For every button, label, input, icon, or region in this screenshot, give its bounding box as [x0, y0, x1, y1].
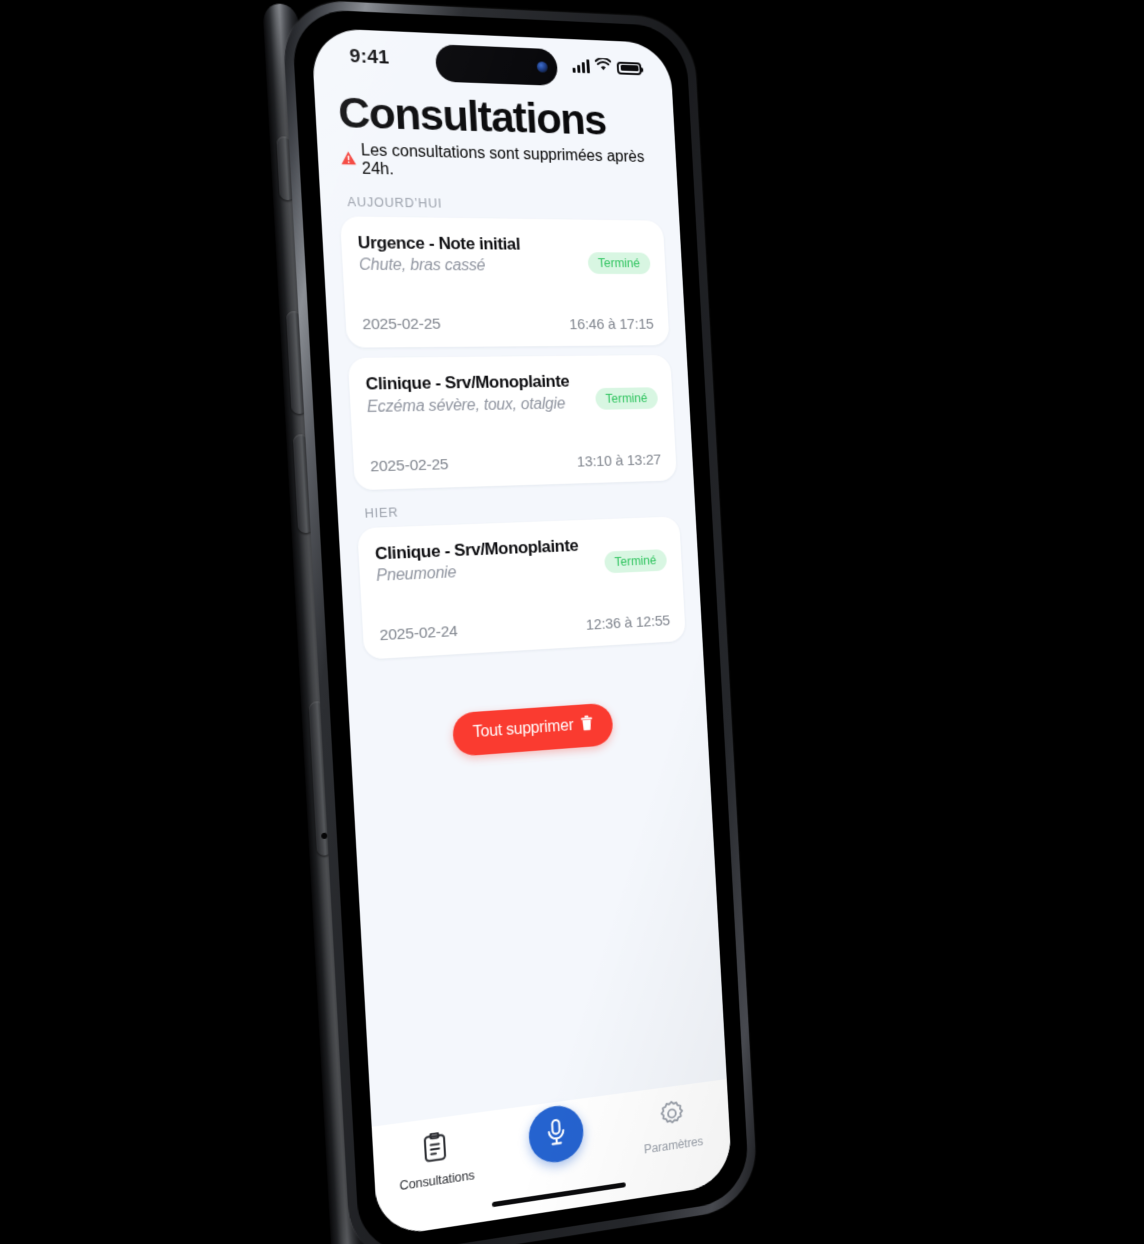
record-button[interactable] — [527, 1103, 584, 1166]
consultation-time-range: 13:10 à 13:27 — [577, 451, 662, 470]
consultations-content: Consultations Les consultations sont sup… — [314, 85, 727, 1126]
page-title: Consultations — [337, 90, 658, 145]
phone-bezel: 9:41 Consultations Les consultations son… — [291, 8, 750, 1244]
retention-warning-text: Les consultations sont supprimées après … — [360, 142, 660, 185]
card-bottom: 2025-02-25 13:10 à 13:27 — [368, 426, 661, 476]
dynamic-island — [435, 44, 558, 86]
wifi-icon — [595, 58, 612, 76]
consultation-card[interactable]: Urgence - Note initial Chute, bras cassé… — [340, 216, 670, 348]
camera-indicator-dot — [537, 61, 548, 72]
card-top: Clinique - Srv/Monoplainte Eczéma sévère… — [365, 370, 658, 418]
consultation-title: Urgence - Note initial — [357, 232, 520, 255]
section-header-today: AUJOURD’HUI — [347, 195, 662, 214]
warning-triangle-icon — [340, 150, 357, 170]
card-bottom: 2025-02-24 12:36 à 12:55 — [378, 587, 671, 645]
battery-icon — [617, 61, 642, 75]
tab-settings[interactable]: Paramètres — [614, 1093, 731, 1161]
retention-warning: Les consultations sont supprimées après … — [340, 142, 661, 185]
tab-consultations-label: Consultations — [399, 1168, 475, 1193]
status-bar: 9:41 — [311, 28, 673, 98]
trash-icon — [580, 715, 595, 737]
consultation-subtitle: Chute, bras cassé — [359, 256, 522, 277]
consultation-date: 2025-02-25 — [370, 456, 449, 476]
microphone-icon — [544, 1115, 569, 1153]
status-bar-indicators — [572, 57, 642, 77]
delete-all-label: Tout supprimer — [472, 717, 574, 742]
consultation-subtitle: Pneumonie — [376, 558, 580, 587]
consultation-card[interactable]: Clinique - Srv/Monoplainte Eczéma sévère… — [348, 355, 677, 490]
card-texts: Urgence - Note initial Chute, bras cassé — [357, 232, 522, 277]
consultation-date: 2025-02-25 — [362, 316, 441, 335]
consultation-title: Clinique - Srv/Monoplainte — [365, 371, 570, 395]
status-badge: Terminé — [587, 252, 651, 274]
consultation-card[interactable]: Clinique - Srv/Monoplainte Pneumonie Ter… — [357, 516, 686, 659]
card-top: Urgence - Note initial Chute, bras cassé… — [357, 232, 651, 277]
card-texts: Clinique - Srv/Monoplainte Pneumonie — [374, 535, 580, 587]
section-yesterday: HIER Clinique - Srv/Monoplainte Pneumoni… — [356, 496, 686, 660]
tab-record[interactable] — [496, 1108, 617, 1171]
screenshot-stage: 9:41 Consultations Les consultations son… — [0, 0, 1144, 1244]
consultation-subtitle: Eczéma sévère, toux, otalgie — [366, 394, 571, 418]
consultation-date: 2025-02-24 — [379, 623, 458, 646]
status-bar-clock: 9:41 — [349, 46, 390, 70]
bottom-tab-bar: Consultations Paramètres — [372, 1079, 733, 1238]
phone-frame: 9:41 Consultations Les consultations son… — [281, 0, 758, 1244]
status-badge: Terminé — [604, 549, 668, 573]
home-indicator — [492, 1182, 626, 1207]
card-bottom: 2025-02-25 16:46 à 17:15 — [360, 291, 654, 335]
gear-icon — [659, 1099, 685, 1134]
phone-mockup: 9:41 Consultations Les consultations son… — [281, 0, 758, 1244]
phone-screen: 9:41 Consultations Les consultations son… — [311, 28, 733, 1238]
tab-settings-label: Paramètres — [644, 1134, 704, 1156]
tab-consultations[interactable]: Consultations — [372, 1124, 498, 1196]
section-today: AUJOURD’HUI Urgence - Note initial Chute… — [339, 195, 677, 490]
consultation-time-range: 16:46 à 17:15 — [569, 316, 654, 333]
delete-all-row: Tout supprimer — [368, 697, 692, 763]
card-top: Clinique - Srv/Monoplainte Pneumonie Ter… — [374, 531, 667, 587]
consultation-time-range: 12:36 à 12:55 — [586, 612, 671, 633]
card-texts: Clinique - Srv/Monoplainte Eczéma sévère… — [365, 371, 571, 418]
delete-all-button[interactable]: Tout supprimer — [452, 702, 614, 756]
clipboard-icon — [422, 1131, 449, 1168]
section-header-yesterday: HIER — [364, 496, 678, 521]
cellular-signal-icon — [572, 59, 590, 73]
status-badge: Terminé — [595, 388, 659, 411]
